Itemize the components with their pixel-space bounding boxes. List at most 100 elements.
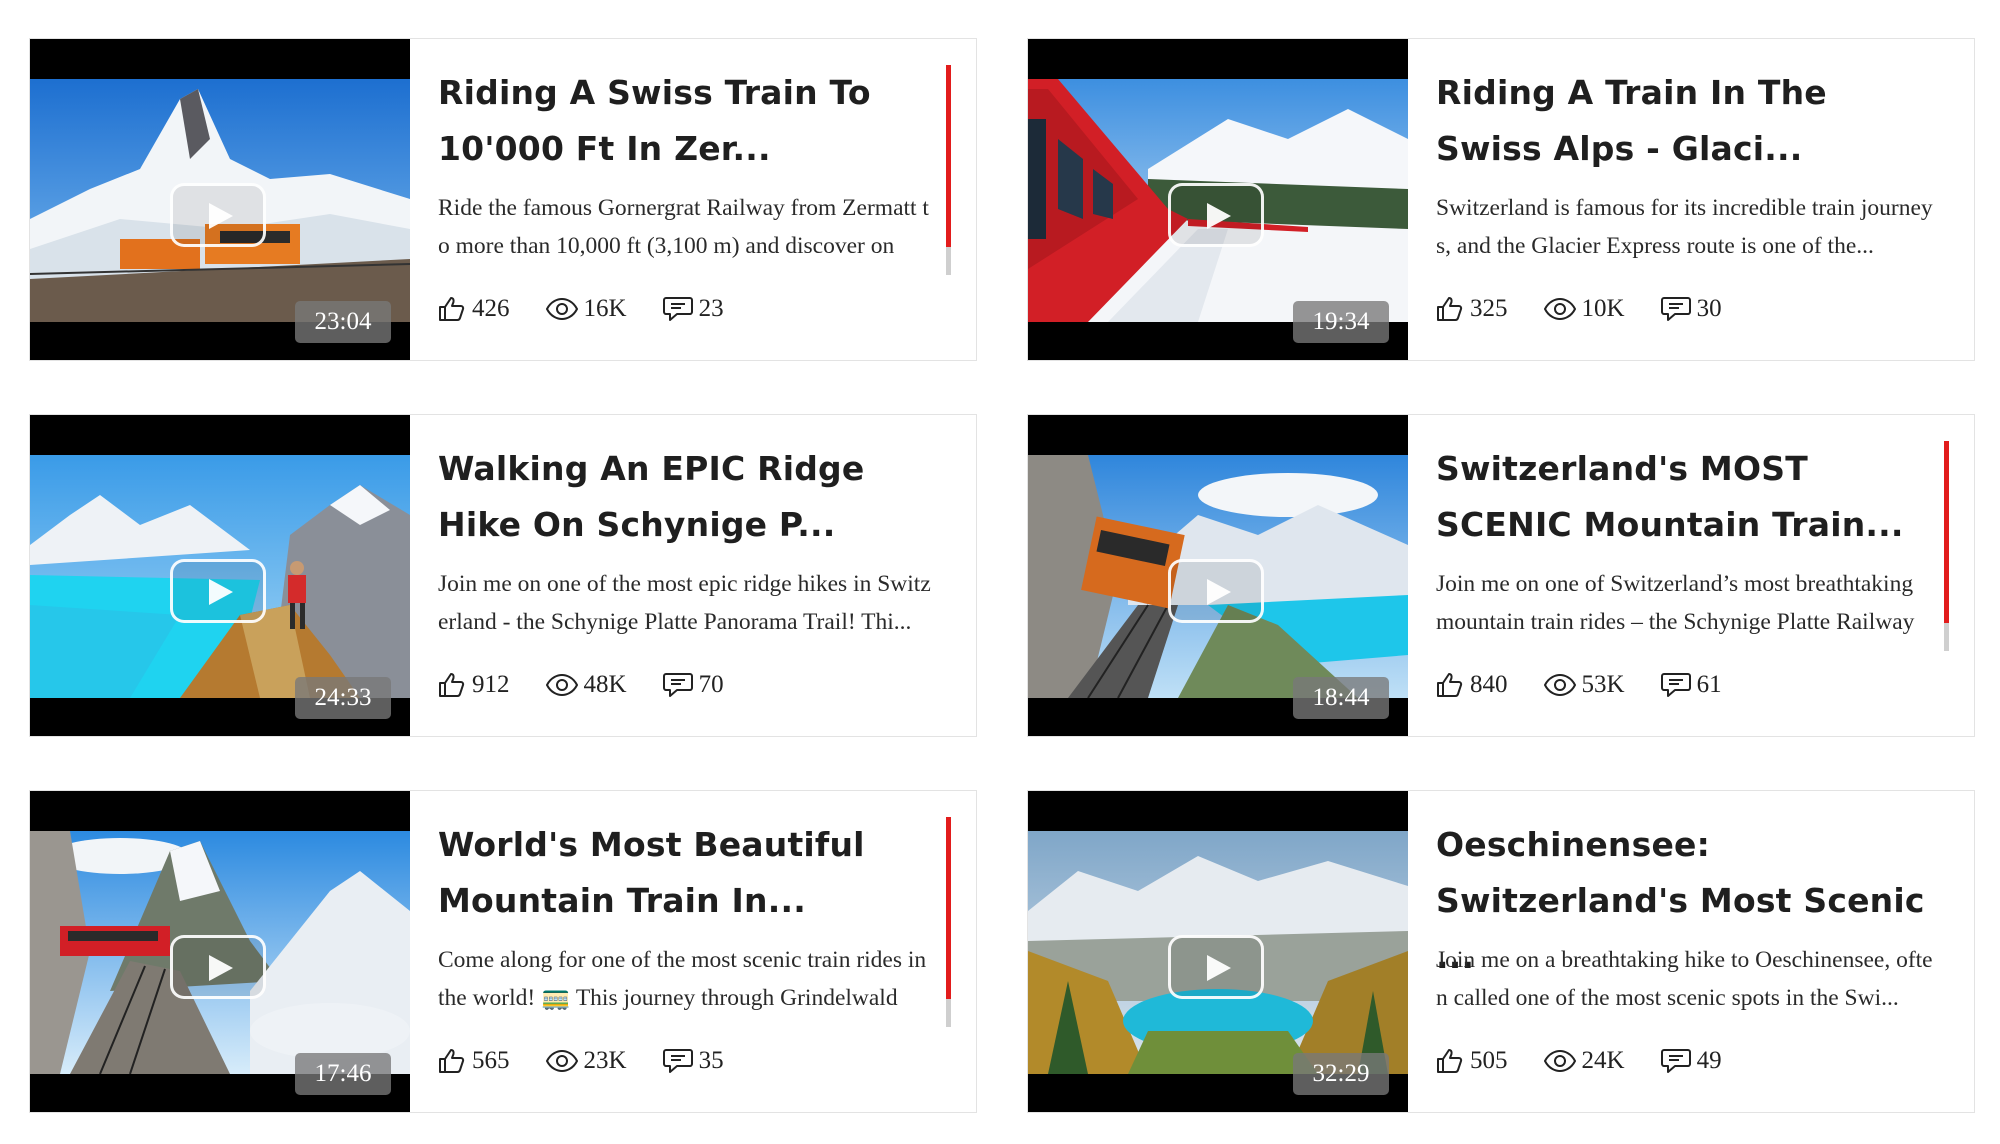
duration-badge: 23:04: [295, 301, 391, 343]
duration-badge: 19:34: [1293, 301, 1389, 343]
comments-count: 49: [1696, 1047, 1722, 1074]
likes-stat[interactable]: 565: [438, 1047, 510, 1075]
thumbs-up-icon: [1437, 673, 1463, 697]
views-stat: 53K: [1543, 671, 1625, 699]
comments-count: 35: [698, 1047, 724, 1074]
likes-stat[interactable]: 325: [1436, 295, 1508, 323]
play-button[interactable]: [1168, 559, 1264, 623]
video-title[interactable]: Riding A Swiss Train To 10'000 Ft In Zer…: [438, 65, 938, 177]
video-description: Switzerland is famous for its incredible…: [1436, 195, 1933, 259]
video-title[interactable]: Riding A Train In The Swiss Alps - Glaci…: [1436, 65, 1936, 177]
thumbs-up-icon: [1437, 297, 1463, 321]
views-count: 48K: [583, 671, 627, 698]
video-description: Join me on one of Switzerland’s most bre…: [1436, 571, 1915, 635]
play-button[interactable]: [1168, 935, 1264, 999]
comment-icon: [662, 673, 693, 697]
comment-icon: [662, 297, 693, 321]
description-scrollbar[interactable]: [946, 817, 951, 1027]
play-button[interactable]: [170, 559, 266, 623]
eye-icon: [545, 298, 578, 320]
video-thumbnail[interactable]: 19:34: [1028, 39, 1408, 360]
comments-stat[interactable]: 70: [662, 671, 724, 699]
comments-count: 70: [698, 671, 724, 698]
duration-badge: 17:46: [295, 1053, 391, 1095]
comment-icon: [1660, 297, 1691, 321]
eye-icon: [1543, 1050, 1576, 1072]
video-thumbnail[interactable]: 18:44: [1028, 415, 1408, 736]
video-thumbnail[interactable]: 32:29: [1028, 791, 1408, 1112]
video-title[interactable]: Switzerland's MOST SCENIC Mountain Train…: [1436, 441, 1936, 553]
video-description: Come along for one of the most scenic tr…: [438, 947, 927, 1011]
description-scrollbar[interactable]: [946, 65, 951, 275]
duration-badge: 18:44: [1293, 677, 1389, 719]
thumbs-up-icon: [1437, 1049, 1463, 1073]
video-card[interactable]: 19:34 Riding A Train In The Swiss Alps -…: [1027, 38, 1975, 361]
comments-stat[interactable]: 23: [662, 295, 724, 323]
video-description: Join me on one of the most epic ridge hi…: [438, 571, 931, 635]
video-stats: 565 23K 35: [438, 1043, 760, 1079]
scrollbar-thumb[interactable]: [946, 817, 951, 999]
play-button[interactable]: [1168, 183, 1264, 247]
views-stat: 10K: [1543, 295, 1625, 323]
play-icon: [1207, 579, 1231, 605]
video-card[interactable]: 24:33 Walking An EPIC Ridge Hike On Schy…: [29, 414, 977, 737]
views-count: 16K: [583, 295, 627, 322]
comment-icon: [662, 1049, 693, 1073]
likes-stat[interactable]: 505: [1436, 1047, 1508, 1075]
views-stat: 48K: [545, 671, 627, 699]
likes-stat[interactable]: 912: [438, 671, 510, 699]
play-button[interactable]: [170, 183, 266, 247]
likes-count: 325: [1470, 295, 1508, 322]
eye-icon: [1543, 674, 1576, 696]
comment-icon: [1660, 1049, 1691, 1073]
duration-badge: 24:33: [295, 677, 391, 719]
likes-count: 505: [1470, 1047, 1508, 1074]
thumbs-up-icon: [439, 297, 465, 321]
video-card[interactable]: 18:44 Switzerland's MOST SCENIC Mountain…: [1027, 414, 1975, 737]
comments-count: 30: [1696, 295, 1722, 322]
video-thumbnail[interactable]: 23:04: [30, 39, 410, 360]
likes-count: 426: [472, 295, 510, 322]
video-card[interactable]: 32:29 Oeschinensee: Switzerland's Most S…: [1027, 790, 1975, 1113]
eye-icon: [545, 1050, 578, 1072]
comment-icon: [1660, 673, 1691, 697]
likes-count: 840: [1470, 671, 1508, 698]
play-icon: [209, 203, 233, 229]
video-card[interactable]: 17:46 World's Most Beautiful Mountain Tr…: [29, 790, 977, 1113]
views-count: 23K: [583, 1047, 627, 1074]
comments-stat[interactable]: 61: [1660, 671, 1722, 699]
video-title[interactable]: Walking An EPIC Ridge Hike On Schynige P…: [438, 441, 938, 553]
video-description: Ride the famous Gornergrat Railway from …: [438, 195, 929, 259]
comments-stat[interactable]: 49: [1660, 1047, 1722, 1075]
eye-icon: [1543, 298, 1576, 320]
play-button[interactable]: [170, 935, 266, 999]
likes-count: 912: [472, 671, 510, 698]
likes-count: 565: [472, 1047, 510, 1074]
views-count: 24K: [1581, 1047, 1625, 1074]
thumbs-up-icon: [439, 1049, 465, 1073]
video-title[interactable]: World's Most Beautiful Mountain Train In…: [438, 817, 938, 929]
video-thumbnail[interactable]: 24:33: [30, 415, 410, 736]
duration-badge: 32:29: [1293, 1053, 1389, 1095]
play-icon: [209, 955, 233, 981]
views-count: 53K: [1581, 671, 1625, 698]
description-scrollbar[interactable]: [1944, 441, 1949, 651]
video-stats: 840 53K 61: [1436, 667, 1758, 703]
likes-stat[interactable]: 840: [1436, 671, 1508, 699]
video-thumbnail[interactable]: 17:46: [30, 791, 410, 1112]
play-icon: [1207, 955, 1231, 981]
play-icon: [209, 579, 233, 605]
comments-count: 61: [1696, 671, 1722, 698]
video-card[interactable]: 23:04 Riding A Swiss Train To 10'000 Ft …: [29, 38, 977, 361]
views-count: 10K: [1581, 295, 1625, 322]
likes-stat[interactable]: 426: [438, 295, 510, 323]
views-stat: 16K: [545, 295, 627, 323]
scrollbar-thumb[interactable]: [946, 65, 951, 247]
views-stat: 24K: [1543, 1047, 1625, 1075]
thumbs-up-icon: [439, 673, 465, 697]
play-icon: [1207, 203, 1231, 229]
comments-stat[interactable]: 35: [662, 1047, 724, 1075]
scrollbar-thumb[interactable]: [1944, 441, 1949, 623]
comments-stat[interactable]: 30: [1660, 295, 1722, 323]
video-description: Join me on a breathtaking hike to Oeschi…: [1436, 947, 1933, 1011]
